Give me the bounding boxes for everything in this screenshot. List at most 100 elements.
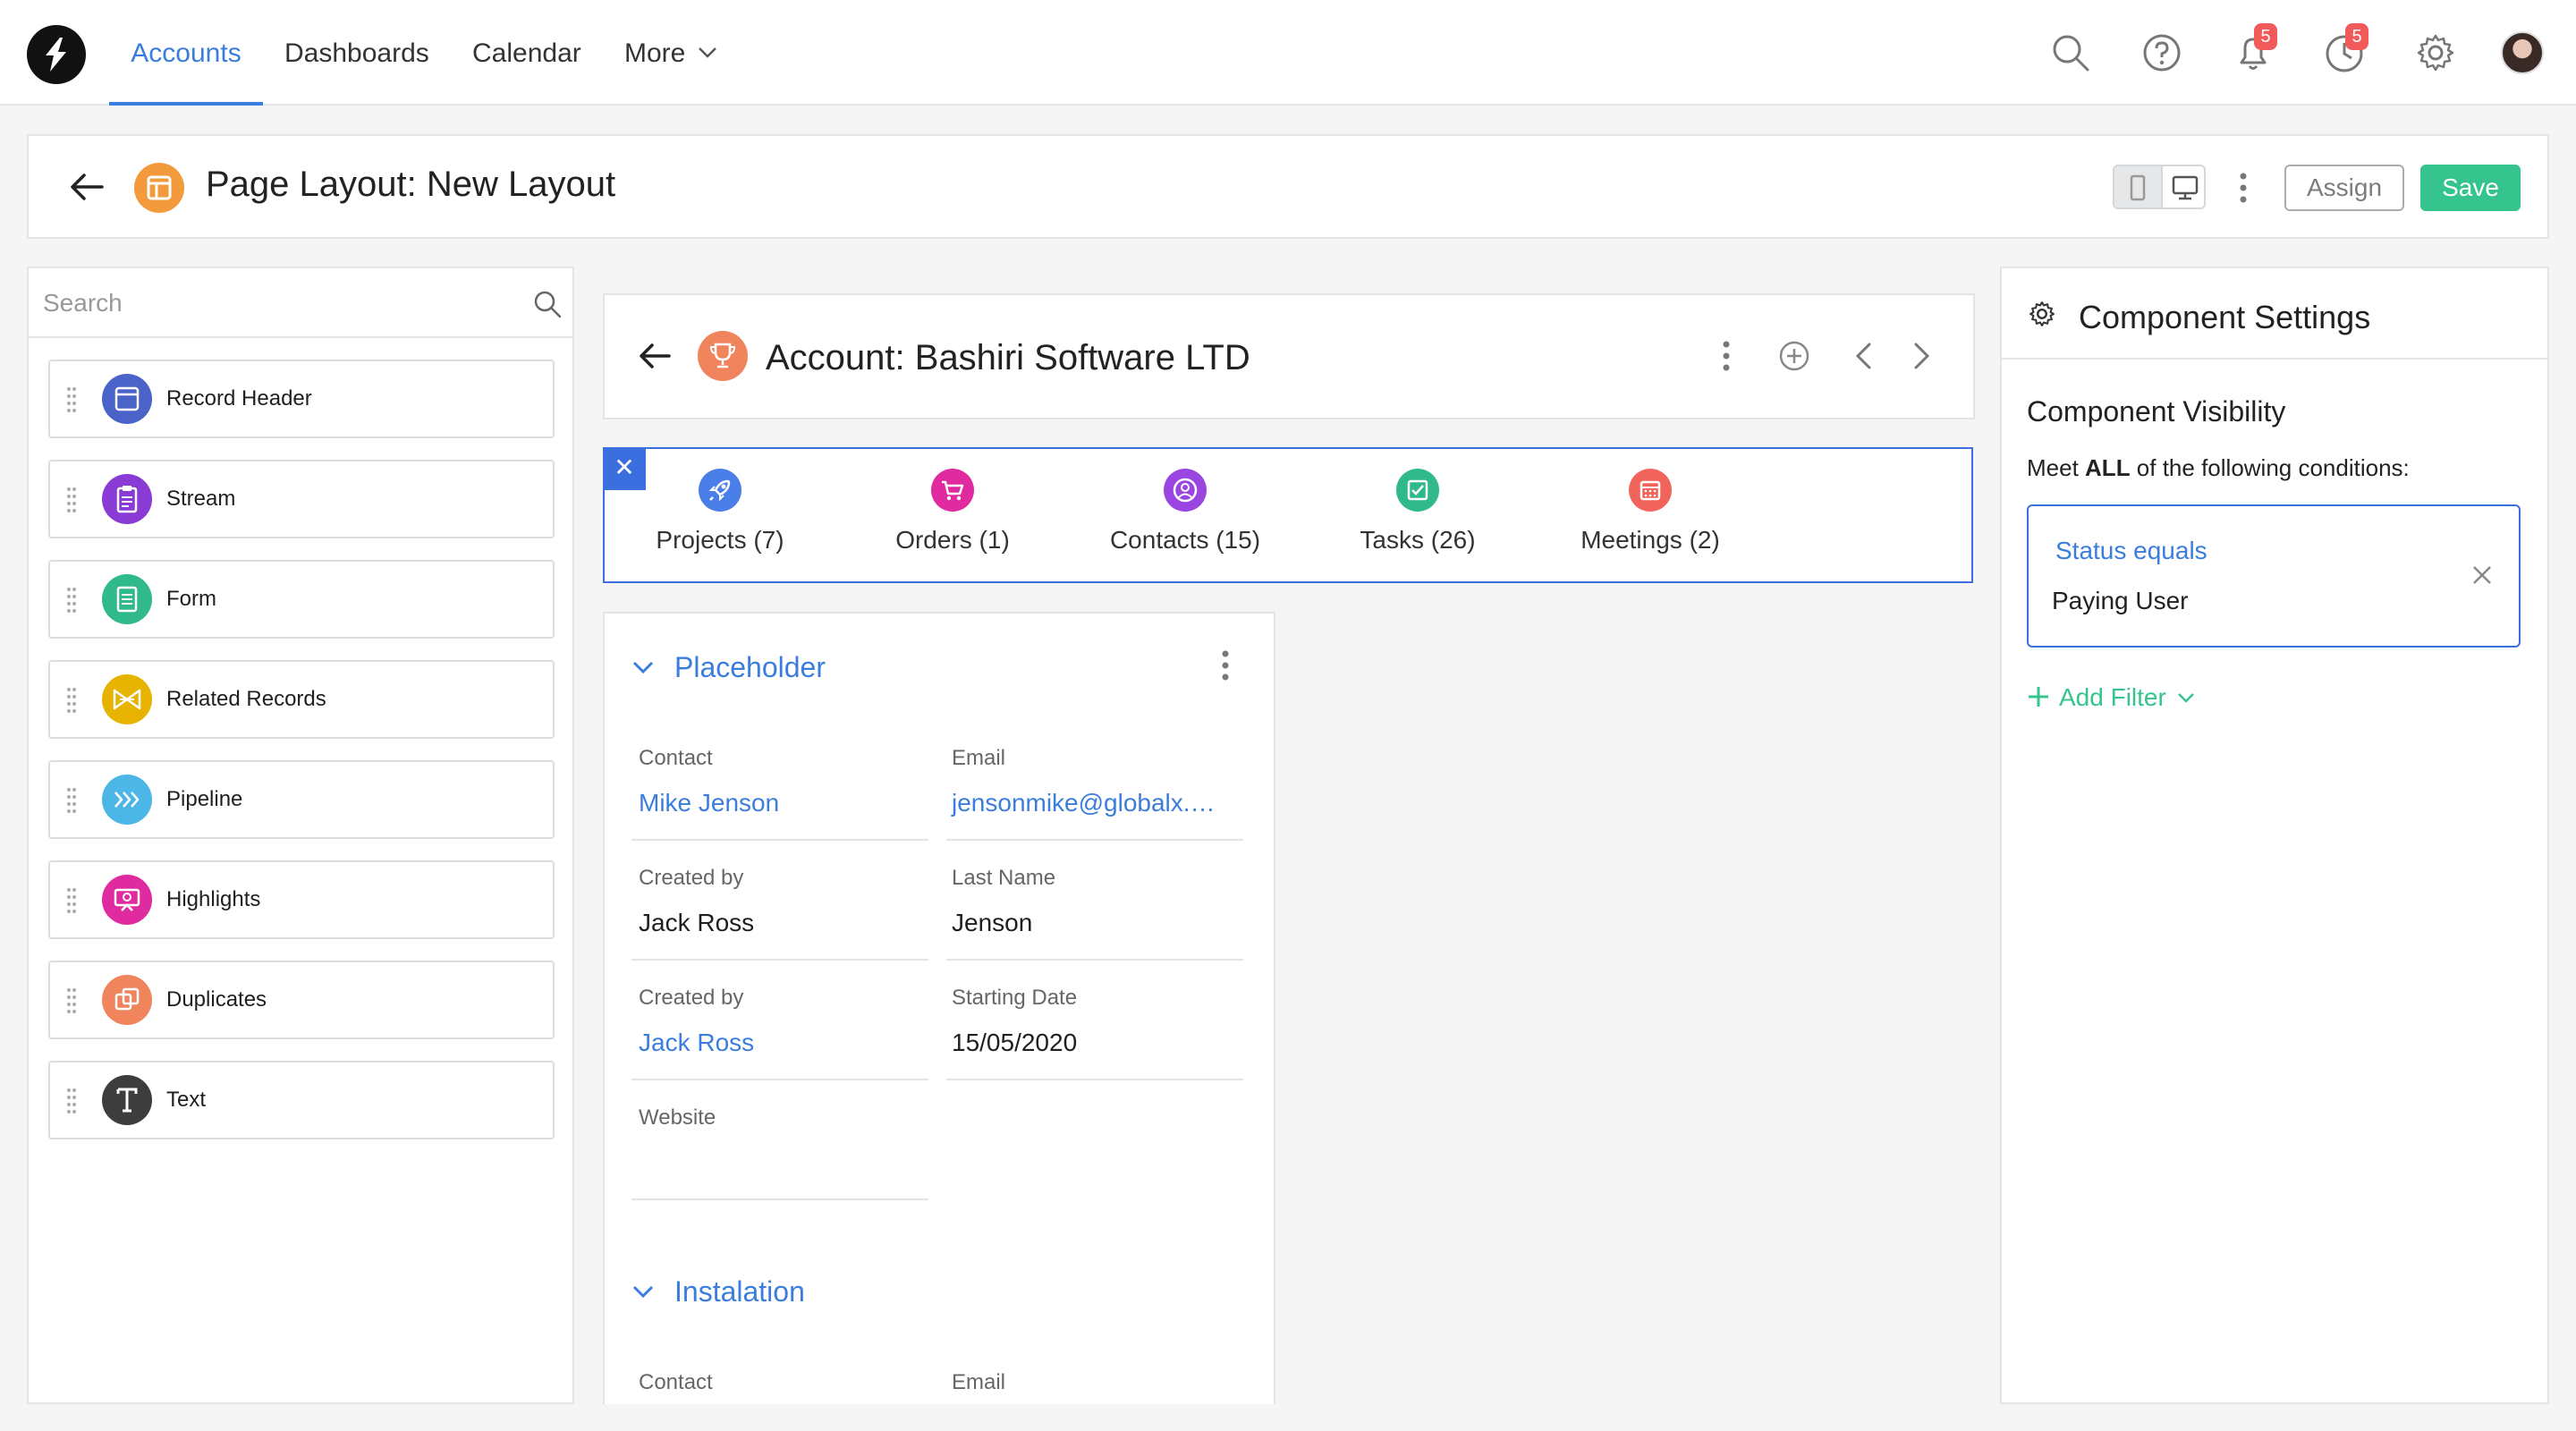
plus-icon[interactable] <box>2027 685 2050 708</box>
search-icon[interactable] <box>2048 30 2093 75</box>
nav-tab-more[interactable]: More <box>624 0 685 106</box>
related-tab-label: Meetings (2) <box>1580 526 1720 554</box>
related-tab-label: Orders (1) <box>895 526 1010 554</box>
related-tab-projects[interactable]: Projects (7) <box>653 469 787 567</box>
bell-icon[interactable]: 5 <box>2231 23 2277 75</box>
field-value-link[interactable]: jensonmike@globalx.… <box>952 789 1216 817</box>
field-divider <box>631 1198 928 1200</box>
chevron-down-icon <box>698 47 717 59</box>
component-item-text[interactable]: Text <box>48 1061 555 1139</box>
app-logo[interactable] <box>27 25 86 84</box>
cart-icon <box>931 469 974 512</box>
component-label: Record Header <box>166 386 312 411</box>
field-value: Jack Ross <box>639 909 755 936</box>
gear-icon <box>2027 299 2057 329</box>
field-value: Jenson <box>952 909 1033 936</box>
chevron-left-icon[interactable] <box>1853 342 1875 370</box>
related-tab-label: Contacts (15) <box>1109 526 1261 554</box>
component-label: Text <box>166 1088 207 1112</box>
component-label: Pipeline <box>166 787 243 811</box>
field-label: Starting Date <box>952 986 1078 1010</box>
filter-condition-card[interactable] <box>2027 504 2521 648</box>
component-label: Duplicates <box>166 987 267 1012</box>
nav-tab-accounts[interactable]: Accounts <box>109 0 263 106</box>
nav-tab-dashboards[interactable]: Dashboards <box>284 0 429 106</box>
remove-component-button[interactable]: ✕ <box>603 447 646 490</box>
component-item-duplicates[interactable]: Duplicates <box>48 961 555 1039</box>
search-placeholder: Search <box>43 289 123 317</box>
bowtie-icon <box>102 674 152 724</box>
layout-icon <box>134 163 184 213</box>
component-item-form[interactable]: Form <box>48 560 555 639</box>
component-label: Related Records <box>166 687 326 711</box>
chevron-down-icon[interactable] <box>2177 692 2195 705</box>
component-label: Form <box>166 587 216 611</box>
component-item-pipeline[interactable]: Pipeline <box>48 760 555 839</box>
notification-badge: 5 <box>2254 23 2277 50</box>
chevron-down-icon[interactable] <box>631 660 655 674</box>
component-item-related-records[interactable]: Related Records <box>48 660 555 739</box>
field-label: Website <box>639 1105 716 1130</box>
divider <box>2002 358 2547 360</box>
close-icon[interactable] <box>2470 563 2494 587</box>
search-icon[interactable] <box>533 290 562 318</box>
section-title: Placeholder <box>674 651 826 683</box>
add-circle-icon[interactable] <box>1778 340 1810 372</box>
clipboard-icon <box>102 474 152 524</box>
gear-icon[interactable] <box>2413 30 2458 75</box>
field-label: Created by <box>639 866 744 890</box>
field-value-link[interactable]: Jack Ross <box>639 1029 754 1057</box>
field-divider <box>631 1079 928 1080</box>
save-button[interactable]: Save <box>2420 165 2521 211</box>
back-arrow-icon[interactable] <box>70 172 104 202</box>
related-tab-meetings[interactable]: Meetings (2) <box>1565 469 1735 567</box>
mobile-view-button[interactable] <box>2114 166 2161 207</box>
field-label: Email <box>952 746 1006 770</box>
field-divider <box>946 1079 1243 1080</box>
field-divider <box>631 959 928 961</box>
desc-bold: ALL <box>2085 454 2131 481</box>
component-item-stream[interactable]: Stream <box>48 460 555 538</box>
visibility-description: Meet ALL of the following conditions: <box>2027 454 2410 482</box>
back-arrow-icon[interactable] <box>639 342 671 370</box>
window-icon <box>102 374 152 424</box>
related-tab-contacts[interactable]: Contacts (15) <box>1105 469 1266 567</box>
filter-field-link[interactable]: Status equals <box>2055 537 2207 565</box>
field-label: Contact <box>639 746 713 770</box>
document-icon <box>102 574 152 624</box>
field-label: Last Name <box>952 866 1056 890</box>
user-icon <box>1164 469 1207 512</box>
nav-tab-calendar[interactable]: Calendar <box>472 0 581 106</box>
chevron-down-icon[interactable] <box>631 1284 655 1299</box>
nav-more-label: More <box>624 38 686 68</box>
help-icon[interactable] <box>2140 30 2184 75</box>
assign-button[interactable]: Assign <box>2284 165 2404 211</box>
field-value-link[interactable]: Mike Jenson <box>639 789 779 817</box>
component-item-record-header[interactable]: Record Header <box>48 360 555 438</box>
page-bottom <box>0 1404 2576 1431</box>
desktop-view-button[interactable] <box>2161 166 2204 207</box>
chevron-right-icon[interactable] <box>1911 342 1932 370</box>
section-more-options-icon[interactable] <box>1216 649 1234 682</box>
field-divider <box>946 839 1243 841</box>
field-label: Email <box>952 1370 1006 1394</box>
section-title: Instalation <box>674 1275 805 1308</box>
filter-value: Paying User <box>2052 587 2189 614</box>
rocket-icon <box>699 469 741 512</box>
presentation-icon <box>102 875 152 925</box>
component-label: Highlights <box>166 887 261 911</box>
component-item-highlights[interactable]: Highlights <box>48 860 555 939</box>
clock-icon[interactable]: 5 <box>2322 23 2368 75</box>
desc-suffix: of the following conditions: <box>2130 454 2410 481</box>
more-options-icon[interactable] <box>2234 172 2252 204</box>
checkbox-icon <box>1396 469 1439 512</box>
record-more-options-icon[interactable] <box>1717 340 1735 372</box>
related-tab-tasks[interactable]: Tasks (26) <box>1342 469 1494 567</box>
field-label: Created by <box>639 986 744 1010</box>
related-tab-orders[interactable]: Orders (1) <box>886 469 1020 567</box>
user-avatar[interactable] <box>2501 31 2544 74</box>
field-value: 15/05/2020 <box>952 1029 1078 1056</box>
related-records-component[interactable] <box>603 447 1973 583</box>
add-filter-button[interactable]: Add Filter <box>2059 683 2166 712</box>
page-title: Page Layout: New Layout <box>206 165 616 204</box>
